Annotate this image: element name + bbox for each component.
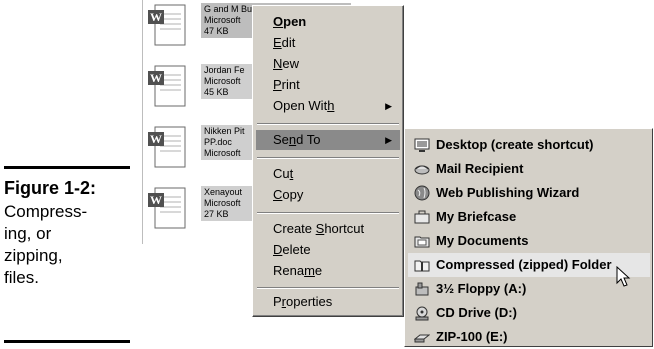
- caption-bottom-rule: [4, 340, 130, 343]
- send-to-desktop[interactable]: Desktop (create shortcut): [408, 133, 650, 157]
- submenu-arrow-icon: ▶: [385, 135, 392, 145]
- zip-folder-icon: [414, 260, 430, 272]
- svg-text:W: W: [150, 10, 162, 24]
- send-to-floppy[interactable]: 3½ Floppy (A:): [408, 277, 650, 301]
- mail-icon: [414, 165, 430, 175]
- desktop-shortcut-icon: [414, 138, 430, 152]
- send-to-web-publishing-wizard[interactable]: Web Publishing Wizard: [408, 181, 650, 205]
- menu-item-create-shortcut[interactable]: Create Shortcut: [256, 219, 400, 239]
- word-document-icon: W: [148, 187, 186, 229]
- menu-separator: [257, 123, 399, 125]
- send-to-my-documents[interactable]: My Documents: [408, 229, 650, 253]
- zip-drive-icon: [414, 334, 430, 343]
- caption-top-rule: [4, 166, 130, 169]
- svg-text:W: W: [150, 132, 162, 146]
- figure-label: Figure 1-2:: [4, 178, 97, 198]
- send-to-mail-recipient[interactable]: Mail Recipient: [408, 157, 650, 181]
- context-menu: Open Edit New Print Open With ▶ Send To ▶ …: [252, 5, 404, 317]
- word-document-icon: W: [148, 126, 186, 168]
- send-to-my-briefcase[interactable]: My Briefcase: [408, 205, 650, 229]
- menu-item-open-with[interactable]: Open With ▶: [256, 96, 400, 116]
- send-to-submenu: Desktop (create shortcut) Mail Recipient…: [404, 128, 653, 347]
- menu-item-properties[interactable]: Properties: [256, 292, 400, 312]
- svg-text:W: W: [150, 193, 162, 207]
- menu-separator: [257, 212, 399, 214]
- menu-item-rename[interactable]: Rename: [256, 261, 400, 281]
- folder-icon: [414, 236, 430, 248]
- menu-item-send-to[interactable]: Send To ▶: [256, 130, 400, 150]
- figure-caption-text: Compress-ing, or zipping, files.: [4, 202, 88, 287]
- menu-item-edit[interactable]: Edit: [256, 33, 400, 53]
- send-to-zip-drive[interactable]: ZIP-100 (E:): [408, 325, 650, 349]
- menu-separator: [257, 287, 399, 289]
- word-document-icon: W: [148, 65, 186, 107]
- menu-item-cut[interactable]: Cut: [256, 164, 400, 184]
- menu-separator: [257, 157, 399, 159]
- cd-drive-icon: [415, 306, 429, 321]
- submenu-arrow-icon: ▶: [385, 101, 392, 111]
- briefcase-icon: [414, 210, 430, 224]
- menu-item-delete[interactable]: Delete: [256, 240, 400, 260]
- send-to-cd-drive[interactable]: CD Drive (D:): [408, 301, 650, 325]
- menu-item-new[interactable]: New: [256, 54, 400, 74]
- globe-icon: [414, 185, 430, 201]
- menu-item-open[interactable]: Open: [256, 12, 400, 32]
- figure-caption: Figure 1-2: Compress-ing, or zipping, file…: [4, 178, 134, 289]
- menu-item-print[interactable]: Print: [256, 75, 400, 95]
- send-to-compressed-folder[interactable]: Compressed (zipped) Folder: [408, 253, 650, 277]
- svg-text:W: W: [150, 71, 162, 85]
- menu-item-copy[interactable]: Copy: [256, 185, 400, 205]
- mouse-pointer-icon: [616, 266, 631, 287]
- floppy-icon: [415, 282, 429, 296]
- word-document-icon: W: [148, 4, 186, 46]
